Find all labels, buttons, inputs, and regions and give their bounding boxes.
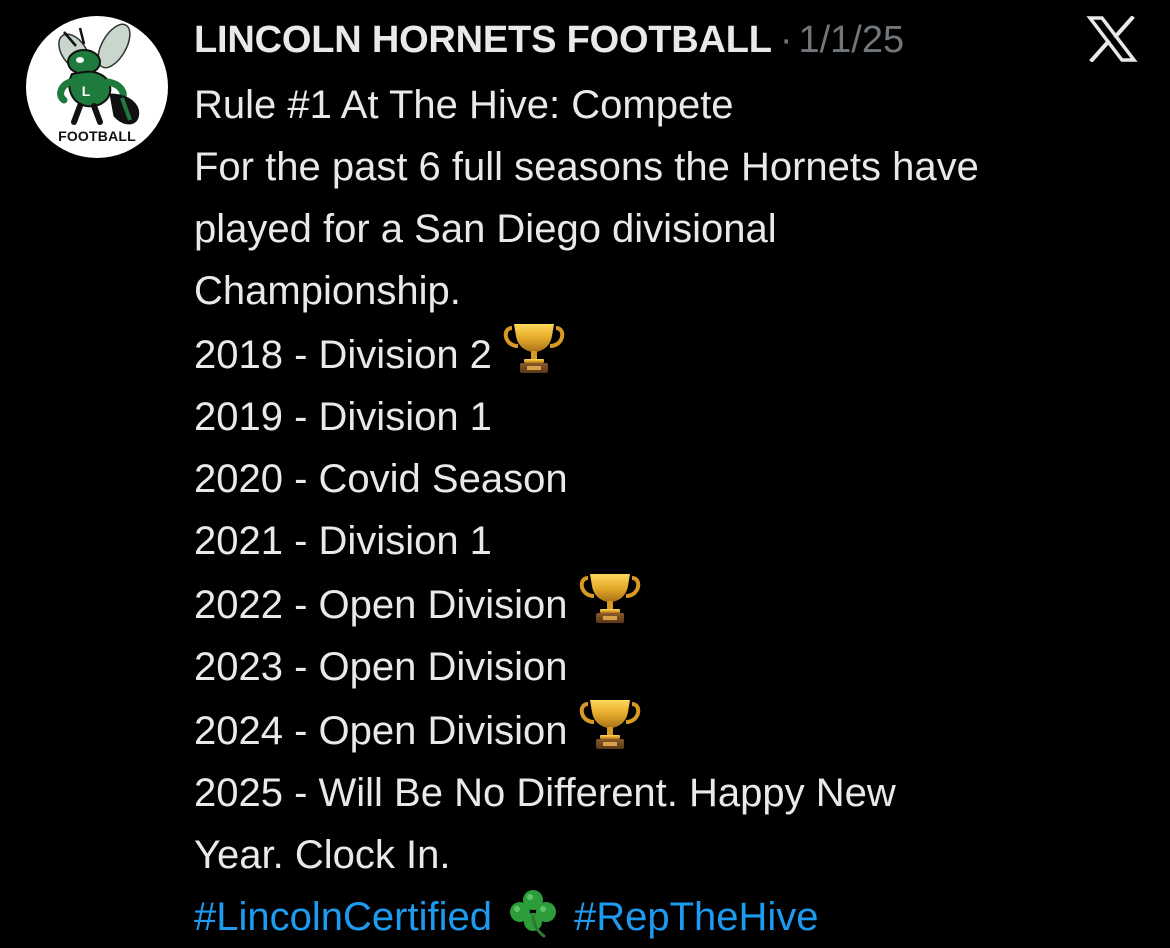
hashtag-lincolncertified[interactable]: #LincolnCertified [194, 895, 492, 939]
post-header: LINCOLN HORNETS FOOTBALL · 1/1/25 [194, 14, 904, 66]
post-line: Year. Clock In. [194, 833, 451, 877]
trophy-icon [578, 572, 642, 624]
trophy-icon [578, 698, 642, 750]
season-text: 2018 - Division 2 [194, 333, 492, 377]
post-line: Rule #1 At The Hive: Compete [194, 83, 734, 127]
svg-text:L: L [82, 83, 91, 99]
season-line: 2022 - Open Division [194, 572, 1154, 636]
shamrock-icon [509, 890, 556, 938]
season-text: 2024 - Open Division [194, 709, 568, 753]
post-body: Rule #1 At The Hive: Compete For the pas… [194, 74, 1154, 948]
x-logo-icon[interactable] [1086, 16, 1138, 62]
season-line: 2018 - Division 2 [194, 322, 1154, 386]
post-line: played for a San Diego divisional [194, 207, 777, 251]
author-name[interactable]: LINCOLN HORNETS FOOTBALL [194, 19, 772, 62]
hashtag-repthehive[interactable]: #RepTheHive [574, 895, 819, 939]
season-line: 2020 - Covid Season [194, 457, 568, 501]
season-line: 2021 - Division 1 [194, 519, 492, 563]
season-line: 2023 - Open Division [194, 645, 568, 689]
post-date[interactable]: 1/1/25 [798, 19, 904, 62]
trophy-icon [502, 322, 566, 374]
header-separator: · [779, 18, 793, 61]
season-line: 2024 - Open Division [194, 698, 1154, 762]
avatar-label: FOOTBALL [58, 128, 136, 144]
post-line: 2025 - Will Be No Different. Happy New [194, 771, 896, 815]
season-line: 2019 - Division 1 [194, 395, 492, 439]
avatar[interactable]: L FOOTBALL [26, 16, 168, 158]
season-text: 2022 - Open Division [194, 583, 568, 627]
post-line: For the past 6 full seasons the Hornets … [194, 145, 979, 189]
hashtag-line: #LincolnCertified #RepTheHive [194, 886, 1154, 948]
post-line: Championship. [194, 269, 461, 313]
